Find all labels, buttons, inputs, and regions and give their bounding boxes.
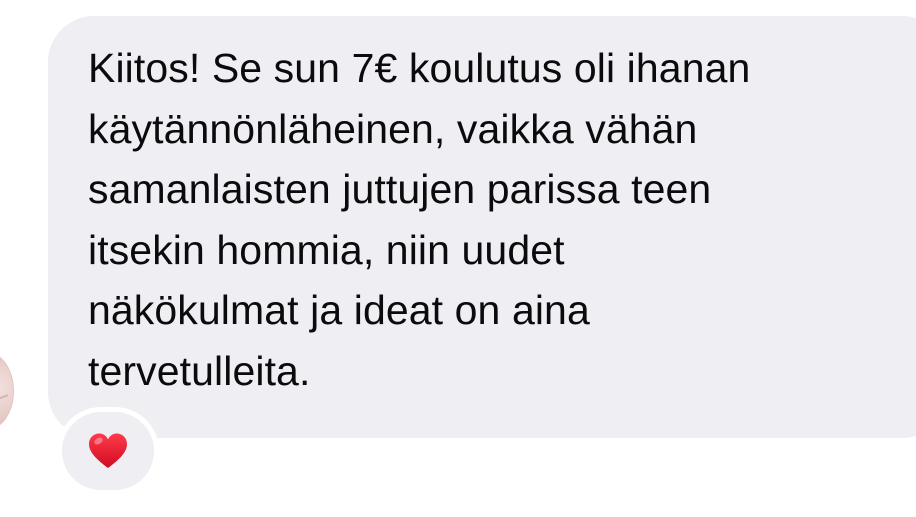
message-line: näkökulmat ja ideat on aina: [88, 287, 590, 333]
message-line: käytännönläheinen, vaikka vähän: [88, 105, 698, 152]
message-line: tervetulleita.: [88, 347, 311, 394]
message-line: samanlaisten juttujen parissa teen: [88, 166, 712, 212]
avatar-image: [0, 381, 9, 401]
message-line: Kiitos! Se sun 7€ koulutus oli ihanan: [88, 45, 751, 91]
heart-icon: [89, 433, 127, 468]
sender-avatar[interactable]: [0, 352, 14, 430]
message-line: itsekin hommia, niin uudet: [88, 226, 565, 273]
reaction-badge[interactable]: [57, 407, 159, 495]
message-text: Kiitos! Se sun 7€ koulutus oli ihanan kä…: [88, 38, 888, 401]
